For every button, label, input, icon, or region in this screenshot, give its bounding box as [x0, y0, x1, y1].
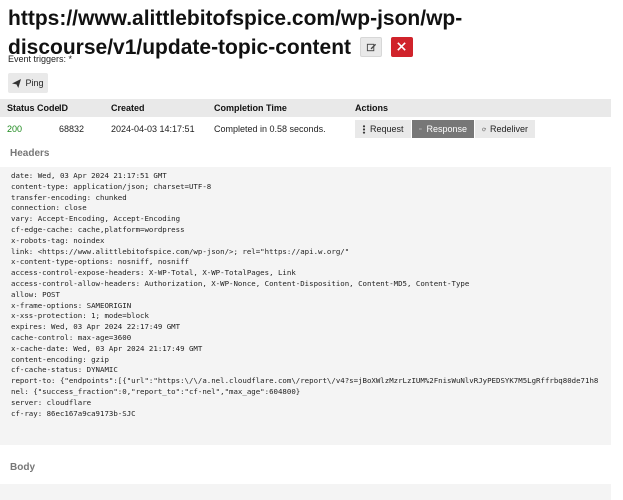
completion-time: Completed in 0.58 seconds. — [214, 124, 326, 134]
header-line: server: cloudflare — [11, 397, 92, 407]
column-id: ID — [59, 103, 68, 113]
column-completion-time: Completion Time — [214, 103, 287, 113]
header-line: x-frame-options: SAMEORIGIN — [11, 300, 132, 310]
body-heading: Body — [10, 462, 35, 473]
header-line: date: Wed, 03 Apr 2024 21:17:51 GMT — [11, 171, 167, 180]
ping-label: Ping — [25, 78, 44, 88]
status-code: 200 — [7, 124, 23, 134]
response-button[interactable]: Response — [412, 120, 474, 138]
created-timestamp: 2024-04-03 14:17:51 — [111, 124, 195, 134]
delivery-id: 68832 — [59, 124, 85, 134]
refresh-icon — [482, 127, 486, 131]
header-line: access-control-expose-headers: X-WP-Tota… — [11, 268, 296, 278]
edit-icon — [366, 43, 376, 52]
ellipsis-vertical-icon — [362, 124, 366, 134]
headers-text: date: Wed, 03 Apr 2024 21:17:51 GMT cont… — [0, 167, 611, 419]
column-actions: Actions — [355, 103, 389, 113]
column-status-code: Status Code — [7, 103, 60, 113]
headers-heading: Headers — [10, 148, 50, 159]
header-line: cf-cache-status: DYNAMIC — [11, 365, 118, 375]
headers-panel: date: Wed, 03 Apr 2024 21:17:51 GMT cont… — [0, 167, 611, 445]
request-label: Request — [370, 124, 404, 134]
paper-plane-icon — [12, 78, 22, 88]
header-line: content-encoding: gzip — [11, 354, 109, 364]
header-line: access-control-allow-headers: Authorizat… — [11, 278, 470, 288]
header-line: x-robots-tag: noindex — [11, 235, 105, 245]
request-button[interactable]: Request — [355, 120, 411, 138]
page-title: https://www.alittlebitofspice.com/wp-jso… — [8, 4, 608, 62]
close-icon — [396, 42, 406, 51]
header-line: cf-edge-cache: cache,platform=wordpress — [11, 224, 185, 234]
edit-button[interactable] — [359, 37, 382, 57]
ellipsis-horizontal-icon — [419, 128, 423, 130]
header-line: content-type: application/json; charset=… — [11, 181, 212, 191]
table-header: Status Code ID Created Completion Time A… — [0, 99, 611, 117]
event-triggers-label: Event triggers: * — [8, 54, 73, 64]
header-line: x-content-type-options: nosniff, nosniff — [11, 257, 189, 267]
ping-button[interactable]: Ping — [8, 73, 48, 93]
header-line: connection: close — [11, 203, 87, 213]
header-line: cf-ray: 86ec167a9ca9173b-SJC — [11, 408, 136, 418]
table-row: 200 68832 2024-04-03 14:17:51 Completed … — [0, 118, 611, 140]
header-line: vary: Accept-Encoding, Accept-Encoding — [11, 214, 181, 224]
header-line: allow: POST — [11, 289, 60, 299]
header-line: link: <https://www.alittlebitofspice.com… — [11, 246, 350, 256]
header-line: x-xss-protection: 1; mode=block — [11, 311, 149, 321]
header-line: nel: {"success_fraction":0,"report_to":"… — [11, 386, 301, 396]
delete-button[interactable] — [390, 37, 413, 57]
response-label: Response — [426, 124, 467, 134]
redeliver-label: Redeliver — [489, 124, 528, 134]
body-panel — [0, 484, 611, 500]
header-line: report-to: {"endpoints":[{"url":"https:\… — [11, 376, 599, 386]
redeliver-button[interactable]: Redeliver — [475, 120, 535, 138]
header-line: transfer-encoding: chunked — [11, 192, 127, 202]
column-created: Created — [111, 103, 145, 113]
header-line: expires: Wed, 03 Apr 2024 22:17:49 GMT — [11, 322, 181, 332]
header-line: x-cache-date: Wed, 03 Apr 2024 21:17:49 … — [11, 343, 203, 353]
header-line: cache-control: max-age=3600 — [11, 332, 132, 342]
